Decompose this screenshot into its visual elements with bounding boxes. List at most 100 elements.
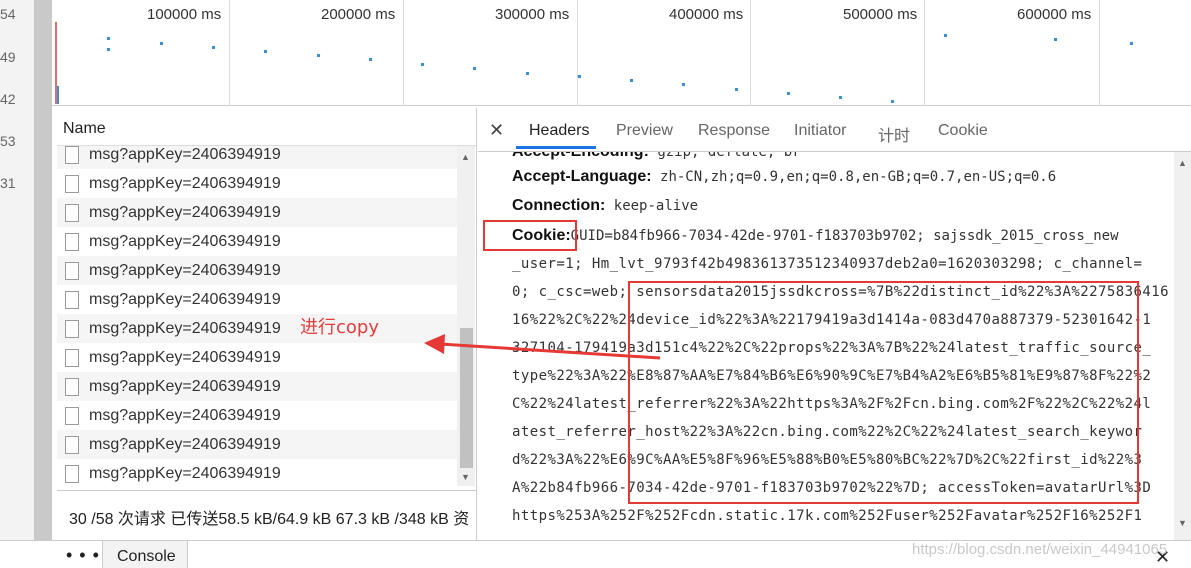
header-row-cookie: Cookie:GUID=b84fb966-7034-42de-9701-f183… <box>512 227 1119 245</box>
gutter-number: 49 <box>0 49 16 65</box>
timeline-request-dot <box>1130 42 1133 45</box>
timeline-request-dot <box>212 46 215 49</box>
timeline-request-dot <box>891 100 894 103</box>
request-row[interactable]: msg?appKey=2406394919 <box>57 256 457 285</box>
file-icon <box>65 203 79 222</box>
request-name: msg?appKey=2406394919 <box>89 232 281 250</box>
close-icon[interactable]: ✕ <box>489 120 504 141</box>
tab-response[interactable]: Response <box>698 122 770 140</box>
timeline-request-dot <box>682 83 685 86</box>
file-icon <box>65 232 79 251</box>
file-icon <box>65 261 79 280</box>
cookie-key-highlight-box <box>483 220 577 251</box>
request-name: msg?appKey=2406394919 <box>89 464 281 482</box>
request-name: msg?appKey=2406394919 <box>89 146 281 163</box>
request-list-scrollbar[interactable]: ▲ ▼ <box>457 146 475 486</box>
timeline-request-dot <box>578 75 581 78</box>
gutter-number: 42 <box>0 91 16 107</box>
request-row[interactable]: msg?appKey=2406394919 <box>57 169 457 198</box>
gutter-number: 54 <box>0 6 16 22</box>
header-value: keep-alive <box>613 198 699 214</box>
request-row[interactable]: msg?appKey=2406394919 <box>57 227 457 256</box>
file-icon <box>65 435 79 454</box>
timeline-request-dot <box>944 34 947 37</box>
watermark: https://blog.csdn.net/weixin_44941065 <box>912 541 1168 558</box>
tab-timing[interactable]: 计时 <box>878 122 910 146</box>
annotation-copy-label: 进行copy <box>300 317 379 338</box>
request-row[interactable]: msg?appKey=2406394919 <box>57 430 457 459</box>
timeline-domcontent-marker <box>57 86 59 104</box>
file-icon <box>65 174 79 193</box>
request-name: msg?appKey=2406394919 <box>89 174 281 192</box>
request-row[interactable]: msg?appKey=2406394919 <box>57 285 457 314</box>
request-name: msg?appKey=2406394919 <box>89 290 281 308</box>
scroll-up-arrow-icon[interactable]: ▲ <box>1178 158 1187 168</box>
scrollbar-thumb[interactable] <box>460 328 473 468</box>
timeline-request-dot <box>317 54 320 57</box>
name-column-header[interactable]: Name <box>57 108 476 146</box>
header-key: Accept-Language: <box>512 168 652 185</box>
cookie-header-value: GUID=b84fb966-7034-42de-9701-f183703b970… <box>570 228 1119 244</box>
header-value: gzip, deflate, br <box>657 152 801 160</box>
request-name: msg?appKey=2406394919 <box>89 435 281 453</box>
scroll-up-arrow-icon[interactable]: ▲ <box>461 152 470 162</box>
request-name: msg?appKey=2406394919 <box>89 203 281 221</box>
timeline-request-dot <box>160 42 163 45</box>
headers-scrollbar[interactable]: ▲ ▼ <box>1174 152 1191 540</box>
request-row[interactable]: msg?appKey=2406394919 <box>57 459 457 486</box>
detail-tab-bar: ✕ Headers Preview Response Initiator 计时 … <box>478 108 1191 152</box>
timeline-request-dot <box>264 50 267 53</box>
tab-headers[interactable]: Headers <box>529 122 589 140</box>
line-number-gutter: 54 49 42 53 31 <box>0 0 34 540</box>
timeline-request-dot <box>421 63 424 66</box>
gutter-scrollbar[interactable] <box>34 0 52 540</box>
tab-console[interactable]: Console <box>102 541 188 568</box>
file-icon <box>65 319 79 338</box>
file-icon <box>65 146 79 164</box>
tab-initiator[interactable]: Initiator <box>794 122 846 140</box>
request-name: msg?appKey=2406394919 <box>89 348 281 366</box>
timeline-tick-label: 400000 ms <box>669 6 744 23</box>
timeline-request-dot <box>630 79 633 82</box>
request-list-panel: Name msg?appKey=2406394919 msg?appKey=24… <box>57 108 477 540</box>
request-row[interactable]: msg?appKey=2406394919 <box>57 314 457 343</box>
cookie-value-highlight-box <box>628 281 1139 504</box>
request-row[interactable]: msg?appKey=2406394919 <box>57 343 457 372</box>
header-row-accept-encoding: Accept-Encoding: gzip, deflate, br <box>512 152 801 161</box>
more-options-icon[interactable]: • • • <box>66 545 100 566</box>
timeline-tick-label: 500000 ms <box>843 6 918 23</box>
timeline-request-dot <box>839 96 842 99</box>
file-icon <box>65 290 79 309</box>
timeline-tick-label: 100000 ms <box>147 6 222 23</box>
request-row[interactable]: msg?appKey=2406394919 <box>57 401 457 430</box>
timeline-request-dot <box>735 88 738 91</box>
header-value: zh-CN,zh;q=0.9,en;q=0.8,en-GB;q=0.7,en-U… <box>660 169 1057 185</box>
timeline-tick-label: 600000 ms <box>1017 6 1092 23</box>
request-row[interactable]: msg?appKey=2406394919 <box>57 198 457 227</box>
file-icon <box>65 348 79 367</box>
request-name: msg?appKey=2406394919 <box>89 319 281 337</box>
scroll-down-arrow-icon[interactable]: ▼ <box>1178 518 1187 528</box>
timeline-tick-label: 200000 ms <box>321 6 396 23</box>
request-row[interactable]: msg?appKey=2406394919 <box>57 146 457 169</box>
timeline-request-dot <box>526 72 529 75</box>
request-row[interactable]: msg?appKey=2406394919 <box>57 372 457 401</box>
active-tab-indicator <box>516 146 596 149</box>
network-overview-timeline[interactable]: 100000 ms 200000 ms 300000 ms 400000 ms … <box>52 0 1191 106</box>
file-icon <box>65 464 79 483</box>
timeline-request-dot <box>787 92 790 95</box>
cookie-value-line: _user=1; Hm_lvt_9793f42b4983613735123409… <box>512 256 1143 272</box>
timeline-request-dot <box>473 67 476 70</box>
request-summary-status: 30 /58 次请求 已传送58.5 kB/64.9 kB 67.3 kB /3… <box>57 490 477 540</box>
scroll-down-arrow-icon[interactable]: ▼ <box>461 472 470 482</box>
gutter-number: 31 <box>0 175 16 191</box>
timeline-request-dot <box>369 58 372 61</box>
tab-preview[interactable]: Preview <box>616 122 673 140</box>
file-icon <box>65 406 79 425</box>
timeline-tick-label: 300000 ms <box>495 6 570 23</box>
header-key: Connection: <box>512 197 606 214</box>
request-name: msg?appKey=2406394919 <box>89 406 281 424</box>
timeline-gridline <box>229 0 230 106</box>
header-row-accept-language: Accept-Language: zh-CN,zh;q=0.9,en;q=0.8… <box>512 168 1056 186</box>
tab-cookie[interactable]: Cookie <box>938 122 988 140</box>
